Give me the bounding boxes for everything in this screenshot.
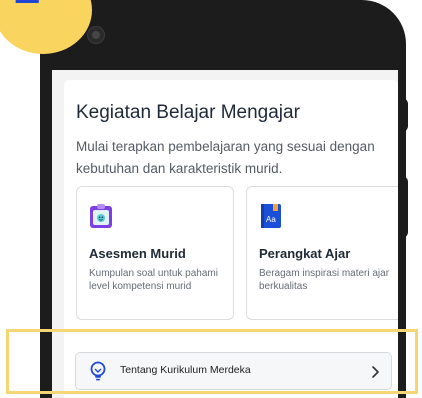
phone-side-button [398, 98, 408, 132]
book-aa-icon: Aa [261, 204, 281, 228]
svg-text:Aa: Aa [266, 215, 276, 224]
tile-title: Asesmen Murid [89, 246, 186, 261]
tile-perangkat-ajar[interactable]: Aa Perangkat Ajar Beragam inspirasi mate… [246, 186, 398, 320]
page-title: Kegiatan Belajar Mengajar [76, 102, 300, 123]
phone-camera-icon [87, 26, 105, 44]
tile-description: Beragam inspirasi materi ajar berkualita… [259, 268, 390, 292]
clipboard-assessment-icon [90, 204, 112, 228]
highlight-box [6, 329, 418, 394]
page-subtitle: Mulai terapkan pembelajaran yang sesuai … [76, 139, 375, 176]
tile-title: Perangkat Ajar [259, 246, 351, 261]
phone-volume-button [398, 176, 408, 238]
step-number: 2 [14, 0, 41, 12]
tile-description: Kumpulan soal untuk pahami level kompete… [89, 268, 218, 292]
tile-asesmen-murid[interactable]: Asesmen Murid Kumpulan soal untuk pahami… [76, 186, 234, 320]
